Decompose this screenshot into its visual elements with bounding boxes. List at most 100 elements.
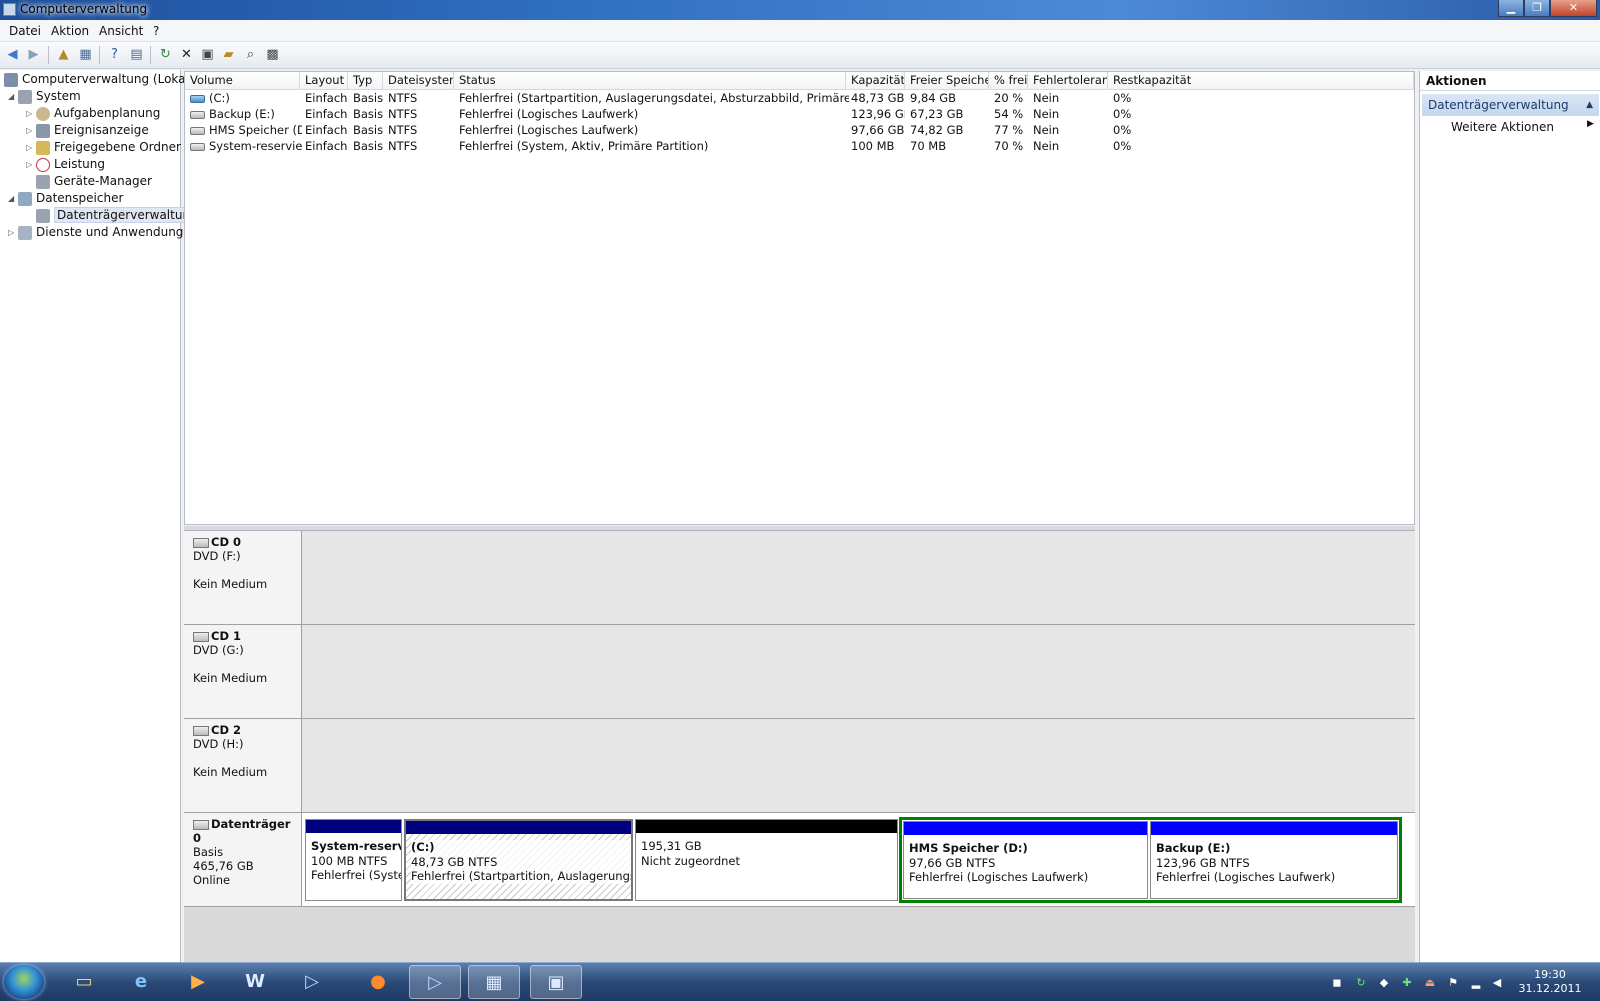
disk-name: CD 0 xyxy=(211,535,241,549)
tree-item-datenspeicher[interactable]: ◢ Datenspeicher xyxy=(8,191,123,207)
disk-label-disk0[interactable]: Datenträger 0 Basis 465,76 GB Online xyxy=(184,813,302,907)
title-bar[interactable]: Computerverwaltung ▁ ❐ ✕ xyxy=(0,0,1600,20)
control-panel-taskbar-icon[interactable]: ▦ xyxy=(468,965,520,999)
actions-pane: Aktionen Datenträgerverwaltung ▲ Weitere… xyxy=(1419,71,1600,962)
tray-security-icon[interactable]: ✚ xyxy=(1400,976,1414,990)
menu-help[interactable]: ? xyxy=(153,24,159,38)
partition-e[interactable]: Backup (E:) 123,96 GB NTFS Fehlerfrei (L… xyxy=(1150,821,1398,899)
collapse-up-icon[interactable]: ▲ xyxy=(1586,94,1593,116)
disk-area-disk0: System-reservie 100 MB NTFS Fehlerfrei (… xyxy=(302,813,1415,907)
column-header-layout[interactable]: Layout xyxy=(300,72,348,90)
tray-usb-icon[interactable]: ⏏ xyxy=(1423,976,1437,990)
forward-arrow-icon[interactable]: ▶ xyxy=(25,46,42,63)
computer-management-taskbar-icon[interactable]: ▣ xyxy=(530,965,582,999)
cell-prozent-frei: 70 % xyxy=(994,139,1024,153)
column-header-fehlertoleranz[interactable]: Fehlertoleranz xyxy=(1028,72,1108,90)
partition-text: Backup (E:) 123,96 GB NTFS Fehlerfrei (L… xyxy=(1156,841,1335,885)
delete-icon[interactable]: ✕ xyxy=(178,46,195,63)
disk-label-cd0[interactable]: CD 0 DVD (F:) Kein Medium xyxy=(184,531,302,625)
partition-c[interactable]: (C:) 48,73 GB NTFS Fehlerfrei (Startpart… xyxy=(404,819,633,901)
cell-fehlertoleranz: Nein xyxy=(1033,91,1060,105)
start-button[interactable] xyxy=(4,965,44,999)
up-folder-icon[interactable]: ▲ xyxy=(55,46,72,63)
tree-item-freigegebene-ordner[interactable]: ▷ Freigegebene Ordner xyxy=(26,140,181,156)
cell-kapazitaet: 123,96 GB xyxy=(851,107,905,121)
collapse-arrow-icon[interactable]: ◢ xyxy=(8,92,18,101)
network-signal-icon[interactable]: ▂ xyxy=(1469,976,1483,990)
expand-arrow-icon[interactable]: ▷ xyxy=(8,228,18,237)
search-icon[interactable]: ⌕ xyxy=(242,46,259,63)
partition-bar xyxy=(406,821,631,834)
table-row[interactable]: Backup (E:) Einfach Basis NTFS Fehlerfre… xyxy=(185,106,1414,122)
tree-item-datentraegerverwaltung[interactable]: Datenträgerverwaltung xyxy=(36,207,201,224)
media-player-taskbar-icon[interactable]: ▶ xyxy=(172,965,224,999)
cd-drive-icon xyxy=(193,537,209,548)
cell-volume: Backup (E:) xyxy=(185,106,300,122)
actions-section-datentraegerverwaltung[interactable]: Datenträgerverwaltung ▲ xyxy=(1422,94,1599,116)
close-button[interactable]: ✕ xyxy=(1550,0,1597,17)
partition-system-reserviert[interactable]: System-reservie 100 MB NTFS Fehlerfrei (… xyxy=(305,819,402,901)
volume-name: (C:) xyxy=(209,91,230,105)
open-folder-icon[interactable]: ▰ xyxy=(220,46,237,63)
minimize-button[interactable]: ▁ xyxy=(1498,0,1524,17)
column-header-freier-speicher[interactable]: Freier Speicher xyxy=(905,72,989,90)
partition-unallocated[interactable]: 195,31 GB Nicht zugeordnet xyxy=(635,819,898,901)
tray-app-icon[interactable]: ◼ xyxy=(1330,976,1344,990)
column-header-prozent-frei[interactable]: % frei xyxy=(989,72,1028,90)
media-taskbar-icon[interactable]: ▷ xyxy=(286,965,338,999)
disk-label-cd2[interactable]: CD 2 DVD (H:) Kein Medium xyxy=(184,719,302,813)
console-tree-icon[interactable]: ▦ xyxy=(77,46,94,63)
firefox-taskbar-icon[interactable]: ● xyxy=(352,965,404,999)
tree-item-aufgabenplanung[interactable]: ▷ Aufgabenplanung xyxy=(26,106,160,122)
column-header-kapazitaet[interactable]: Kapazität xyxy=(846,72,905,90)
taskbar-clock[interactable]: 19:30 31.12.2011 xyxy=(1507,968,1593,996)
tree-item-system[interactable]: ◢ System xyxy=(8,89,81,105)
column-header-typ[interactable]: Typ xyxy=(348,72,383,90)
tree-item-root[interactable]: Computerverwaltung (Lokal) xyxy=(4,72,194,88)
tray-network-app-icon[interactable]: ◆ xyxy=(1377,976,1391,990)
cell-prozent-frei: 20 % xyxy=(994,91,1024,105)
tree-item-leistung[interactable]: ▷ Leistung xyxy=(26,157,105,173)
action-center-flag-icon[interactable]: ⚑ xyxy=(1446,976,1460,990)
expand-arrow-icon[interactable]: ▷ xyxy=(26,126,36,135)
help-icon[interactable]: ? xyxy=(106,46,123,63)
properties-icon[interactable]: ▣ xyxy=(199,46,216,63)
cell-layout: Einfach xyxy=(305,107,348,121)
word-taskbar-icon[interactable]: W xyxy=(229,965,281,999)
table-row[interactable]: HMS Speicher (D:) Einfach Basis NTFS Feh… xyxy=(185,122,1414,138)
volume-icon[interactable]: ◀ xyxy=(1490,976,1504,990)
menu-aktion[interactable]: Aktion xyxy=(51,24,89,38)
refresh-icon[interactable]: ↻ xyxy=(157,46,174,63)
column-header-status[interactable]: Status xyxy=(454,72,846,90)
cell-prozent-frei: 77 % xyxy=(994,123,1024,137)
expand-arrow-icon[interactable]: ▷ xyxy=(26,143,36,152)
menu-datei[interactable]: Datei xyxy=(9,24,41,38)
media-center-taskbar-icon[interactable]: ▷ xyxy=(409,965,461,999)
table-row[interactable]: System-reserviert Einfach Basis NTFS Feh… xyxy=(185,138,1414,154)
internet-explorer-taskbar-icon[interactable]: e xyxy=(115,965,167,999)
column-header-volume[interactable]: Volume xyxy=(185,72,300,90)
services-icon xyxy=(18,225,32,240)
table-row[interactable]: (C:) Einfach Basis NTFS Fehlerfrei (Star… xyxy=(185,90,1414,106)
volume-name: Backup (E:) xyxy=(209,107,275,121)
menu-ansicht[interactable]: Ansicht xyxy=(99,24,143,38)
maximize-button[interactable]: ❐ xyxy=(1524,0,1550,17)
partition-d[interactable]: HMS Speicher (D:) 97,66 GB NTFS Fehlerfr… xyxy=(903,821,1148,899)
expand-arrow-icon[interactable]: ▷ xyxy=(26,160,36,169)
explorer-taskbar-icon[interactable]: ▭ xyxy=(58,965,110,999)
disk-label-cd1[interactable]: CD 1 DVD (G:) Kein Medium xyxy=(184,625,302,719)
column-header-dateisystem[interactable]: Dateisystem xyxy=(383,72,454,90)
action-pane-icon[interactable]: ▤ xyxy=(128,46,145,63)
column-header-restkapazitaet[interactable]: Restkapazität xyxy=(1108,72,1414,90)
tray-update-icon[interactable]: ↻ xyxy=(1354,976,1368,990)
expand-arrow-icon[interactable]: ▷ xyxy=(26,109,36,118)
collapse-arrow-icon[interactable]: ◢ xyxy=(8,194,18,203)
back-arrow-icon[interactable]: ◀ xyxy=(4,46,21,63)
window-title: Computerverwaltung xyxy=(20,2,148,16)
disk-settings-icon[interactable]: ▩ xyxy=(264,46,281,63)
cell-layout: Einfach xyxy=(305,123,348,137)
tree-item-geraete-manager[interactable]: Geräte-Manager xyxy=(36,174,152,190)
action-weitere-aktionen[interactable]: Weitere Aktionen xyxy=(1451,120,1554,134)
tree-item-dienste[interactable]: ▷ Dienste und Anwendungen xyxy=(8,225,198,241)
tree-item-ereignisanzeige[interactable]: ▷ Ereignisanzeige xyxy=(26,123,149,139)
